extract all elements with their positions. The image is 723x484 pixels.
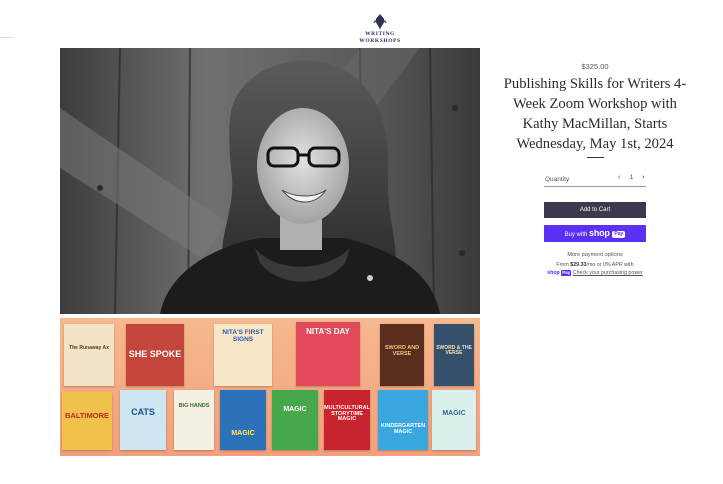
buy-with-shop-pay-button[interactable]: Buy with shop Pay: [544, 225, 646, 242]
quill-pen-icon: [373, 14, 387, 30]
quantity-label: Quantity: [545, 176, 570, 183]
quantity-value[interactable]: 1: [630, 175, 633, 181]
logo-text-line1: WRITING: [365, 31, 395, 37]
installment-amount: $29.33: [570, 262, 587, 268]
book-cover: BIG HANDS: [174, 390, 214, 450]
book-cover: MAGIC: [220, 390, 266, 450]
add-to-cart-button[interactable]: Add to Cart: [544, 202, 646, 218]
buy-with-label: Buy with: [564, 232, 588, 238]
chevron-left-icon[interactable]: ‹: [618, 174, 620, 181]
quantity-underline: [544, 186, 646, 187]
book-cover: SWORD & THE VERSE: [434, 324, 474, 386]
product-title: Publishing Skills for Writers 4-Week Zoo…: [503, 76, 687, 152]
book-covers-collage: The Runaway Ax SHE SPOKE NITA'S FIRST SI…: [60, 318, 480, 456]
site-logo[interactable]: WRITING WORKSHOPS: [355, 14, 405, 44]
book-cover: KINDERGARTEN MAGIC: [378, 390, 428, 450]
shop-brand: shop: [589, 228, 610, 238]
shop-pay-mini-badge: Pay: [561, 270, 572, 276]
book-cover: SHE SPOKE: [126, 324, 184, 386]
installment-suffix: /mo or 0% APR with: [586, 262, 634, 268]
check-purchasing-power-link[interactable]: Check your purchasing power: [573, 270, 643, 276]
book-cover: BALTIMORE: [62, 392, 112, 450]
title-divider: [587, 157, 604, 158]
book-cover: NITA'S FIRST SIGNS: [214, 324, 272, 386]
book-cover: MAGIC: [432, 390, 476, 450]
book-cover: The Runaway Ax: [64, 324, 114, 386]
book-cover: CATS: [120, 390, 166, 450]
product-hero-image: [60, 48, 480, 314]
installment-prefix: From: [556, 262, 571, 268]
page-edge-divider: [0, 37, 14, 38]
shop-pay-badge: Pay: [612, 231, 626, 238]
book-cover: MULTICULTURAL STORYTIME MAGIC: [324, 390, 370, 450]
more-payment-options-link[interactable]: More payment options: [544, 252, 646, 258]
chevron-right-icon[interactable]: ›: [642, 174, 644, 181]
book-cover: MAGIC: [272, 390, 318, 450]
book-cover: SWORD AND VERSE: [380, 324, 424, 386]
logo-text-line2: WORKSHOPS: [359, 38, 401, 44]
quantity-stepper[interactable]: ‹ 1 ›: [612, 174, 648, 184]
product-price: $325.00: [581, 62, 609, 71]
book-cover: NITA'S DAY: [296, 322, 360, 386]
shop-mini-logo: shop: [547, 270, 560, 276]
installments-info: From $29.33/mo or 0% APR with shop Pay C…: [532, 261, 658, 277]
